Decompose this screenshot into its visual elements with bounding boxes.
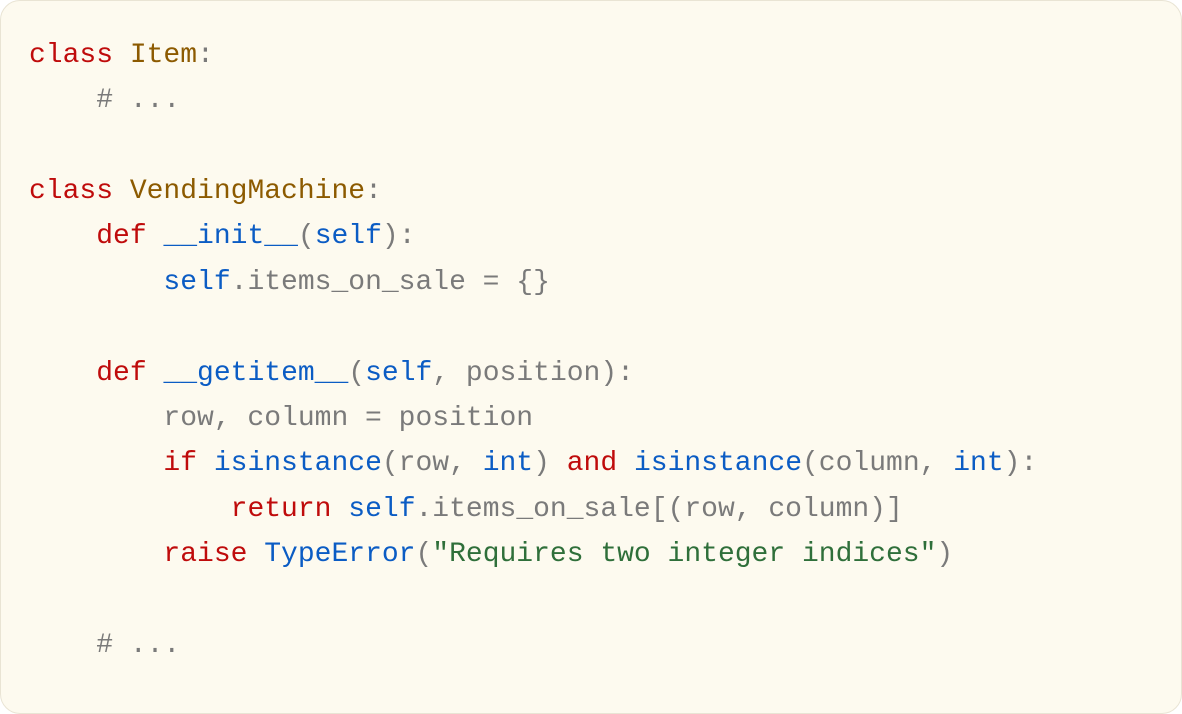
code-token-punc: : (365, 176, 382, 207)
code-token-str: "Requires two integer indices" (432, 539, 936, 570)
code-token-cls: Item (130, 40, 197, 71)
code-token-punc: ( (348, 358, 365, 389)
code-token-name: ) (533, 448, 567, 479)
code-token-self: self (348, 494, 415, 525)
code-token-punc: ( (298, 221, 315, 252)
code-token-def: def (96, 221, 146, 252)
code-token-name: row, column = position (163, 403, 533, 434)
code-token-fn: __getitem__ (163, 358, 348, 389)
code-token-kw: return (231, 494, 332, 525)
code-token-kw: raise (163, 539, 247, 570)
code-token-name: (row, (382, 448, 483, 479)
code-token-self: self (163, 267, 230, 298)
code-token-kw: class (29, 176, 113, 207)
code-token-name: , position): (432, 358, 634, 389)
code-token-cls: VendingMachine (130, 176, 365, 207)
code-token-name: ): (1004, 448, 1038, 479)
code-token-bltn: int (483, 448, 533, 479)
code-token-name: .items_on_sale[(row, column)] (416, 494, 903, 525)
code-token-fn: __init__ (163, 221, 297, 252)
code-token-name: ) (936, 539, 953, 570)
code-token-cmt: # ... (96, 85, 180, 116)
code-token-punc: : (197, 40, 214, 71)
code-token-name: (column, (802, 448, 953, 479)
code-block-card: class Item: # ... class VendingMachine: … (0, 0, 1182, 714)
code-token-def: def (96, 358, 146, 389)
code-token-bltn: TypeError (264, 539, 415, 570)
code-token-self: self (365, 358, 432, 389)
code-token-name: .items_on_sale = {} (231, 267, 550, 298)
code-block: class Item: # ... class VendingMachine: … (29, 33, 1153, 668)
code-token-kw: if (163, 448, 197, 479)
code-token-kw: and (567, 448, 617, 479)
code-token-self: self (315, 221, 382, 252)
code-token-bltn: int (953, 448, 1003, 479)
code-token-bltn: isinstance (214, 448, 382, 479)
code-token-kw: class (29, 40, 113, 71)
code-token-cmt: # ... (96, 630, 180, 661)
code-token-punc: ): (382, 221, 416, 252)
code-token-bltn: isinstance (634, 448, 802, 479)
code-token-name: ( (415, 539, 432, 570)
